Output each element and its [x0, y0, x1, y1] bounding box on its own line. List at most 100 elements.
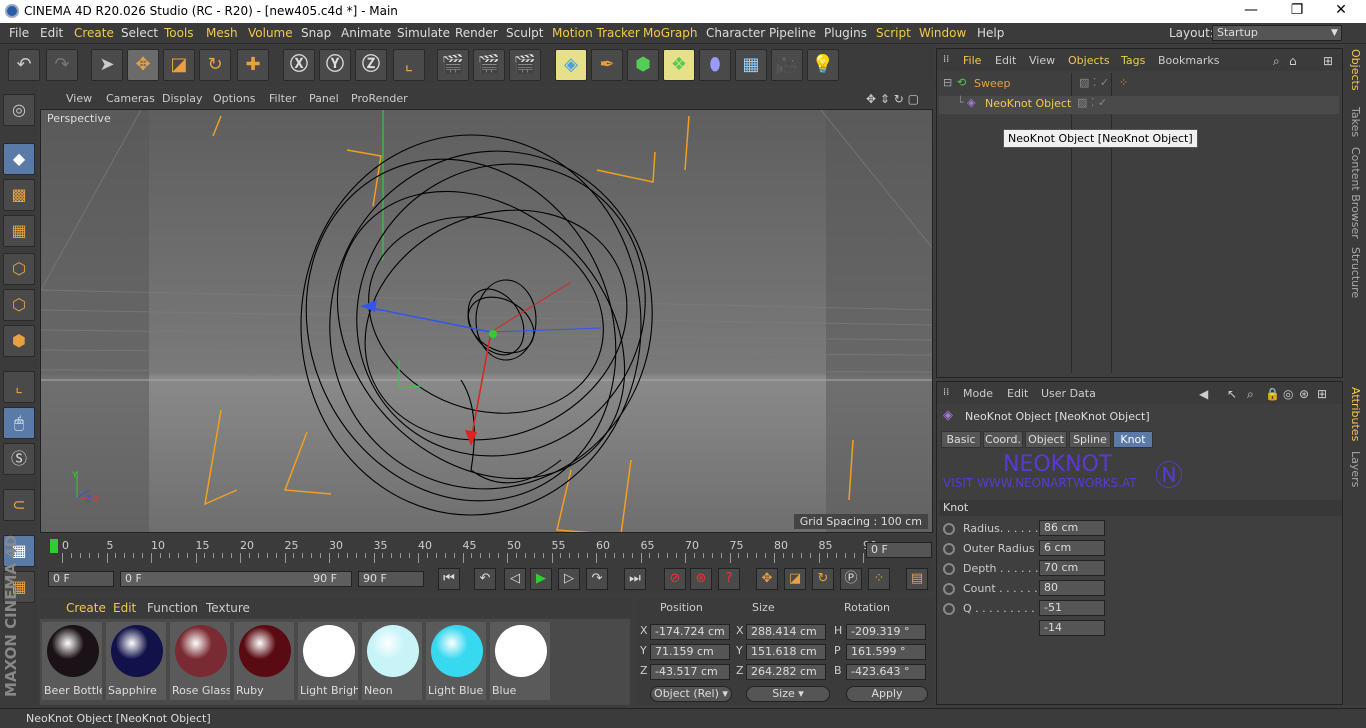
z-axis-lock-icon[interactable]: Ⓩ [355, 49, 387, 81]
position-field[interactable]: 71.159 cm [650, 644, 730, 660]
menu-tools[interactable]: Tools [164, 26, 194, 40]
polygons-mode-icon[interactable]: ⬢ [3, 325, 35, 357]
tab-object[interactable]: Object [1025, 431, 1067, 448]
mat-menu-function[interactable]: Function [147, 601, 198, 615]
pen-spline-icon[interactable]: ✒ [591, 49, 623, 81]
rotation-field[interactable]: -209.319 ° [846, 624, 926, 640]
attr-menu-mode[interactable]: Mode [963, 387, 993, 400]
animate-radio-icon[interactable] [943, 523, 955, 535]
size-field[interactable]: 288.414 cm [746, 624, 826, 640]
camera-icon[interactable]: 🎥 [771, 49, 803, 81]
side-tab-objects[interactable]: Objects [1349, 49, 1362, 91]
side-tab-structure[interactable]: Structure [1349, 247, 1362, 298]
live-selection-icon[interactable]: ➤ [91, 49, 123, 81]
menu-mesh[interactable]: Mesh [206, 26, 238, 40]
obj-menu-tags[interactable]: Tags [1121, 54, 1145, 67]
prev-key-icon[interactable]: ↶ [474, 568, 496, 590]
menu-render[interactable]: Render [455, 26, 498, 40]
object-row-sweep[interactable]: ⊟ ⟲ Sweep ▨ ⁚ ✓ ⁘ [939, 76, 1339, 94]
render-view-icon[interactable]: 🎬 [437, 49, 469, 81]
menu-plugins[interactable]: Plugins [824, 26, 867, 40]
coordinate-system-icon[interactable]: ⌞ [393, 49, 425, 81]
material-item[interactable]: Blue [490, 622, 550, 700]
size-field[interactable]: 264.282 cm [746, 664, 826, 680]
param-value-field[interactable]: 6 cm [1039, 540, 1105, 556]
model-mode-icon[interactable]: ◆ [3, 143, 35, 175]
new-view-icon[interactable]: ⊞ [1317, 387, 1327, 401]
menu-sculpt[interactable]: Sculpt [506, 26, 543, 40]
material-item[interactable]: Sapphire [106, 622, 166, 700]
menu-window[interactable]: Window [919, 26, 966, 40]
side-tab-takes[interactable]: Takes [1349, 107, 1362, 137]
key-rotation-icon[interactable]: ↻ [812, 568, 834, 590]
menu-help[interactable]: Help [977, 26, 1004, 40]
attr-menu-user-data[interactable]: User Data [1041, 387, 1096, 400]
mat-menu-texture[interactable]: Texture [206, 601, 250, 615]
viewport-nav-icons[interactable]: ✥ ⇕ ↻ ▢ [866, 92, 919, 106]
rotation-field[interactable]: 161.599 ° [846, 644, 926, 660]
menu-create[interactable]: Create [74, 26, 114, 40]
maximize-button[interactable]: ❐ [1274, 2, 1320, 18]
param-value-field[interactable]: -14 [1039, 620, 1105, 636]
vp-menu-filter[interactable]: Filter [269, 92, 296, 105]
tab-coord[interactable]: Coord. [983, 431, 1023, 448]
size-field[interactable]: 151.618 cm [746, 644, 826, 660]
goto-end-icon[interactable]: ⏭ [624, 568, 646, 590]
range-slider[interactable]: 0 F 90 F [120, 571, 352, 587]
next-key-icon[interactable]: ↷ [586, 568, 608, 590]
side-tab-layers[interactable]: Layers [1349, 451, 1362, 487]
menu-select[interactable]: Select [121, 26, 158, 40]
animate-radio-icon[interactable] [943, 563, 955, 575]
visibility-icon[interactable]: ▨ ⁚ ✓ [1077, 96, 1107, 109]
prev-frame-icon[interactable]: ◁ [504, 568, 526, 590]
target-icon[interactable]: ◎ [1283, 387, 1293, 401]
size-mode-select[interactable]: Size ▾ [746, 686, 830, 702]
texture-mode-icon[interactable]: ▩ [3, 179, 35, 211]
up-arrow-icon[interactable]: ↖ [1227, 387, 1237, 401]
light-icon[interactable]: 💡 [807, 49, 839, 81]
render-settings-icon[interactable]: 🎬 [509, 49, 541, 81]
key-position-icon[interactable]: ✥ [756, 568, 778, 590]
deformer-icon[interactable]: ⬮ [699, 49, 731, 81]
settings-icon[interactable]: ⊛ [1299, 387, 1309, 401]
vp-menu-panel[interactable]: Panel [309, 92, 339, 105]
viewport-3d[interactable]: Y X Z Perspective Grid Spacing : 100 cm [40, 109, 933, 533]
param-value-field[interactable]: -51 [1039, 600, 1105, 616]
edges-mode-icon[interactable]: ⬡ [3, 289, 35, 321]
key-parameter-icon[interactable]: Ⓟ [840, 568, 862, 590]
param-value-field[interactable]: 80 [1039, 580, 1105, 596]
y-axis-lock-icon[interactable]: Ⓨ [319, 49, 351, 81]
tab-knot[interactable]: Knot [1113, 431, 1153, 448]
position-field[interactable]: -174.724 cm [650, 624, 730, 640]
subdivision-icon[interactable]: ⬢ [627, 49, 659, 81]
search-icon[interactable]: ⌕ [1273, 54, 1280, 69]
goto-start-icon[interactable]: ⏮ [438, 568, 460, 590]
mat-menu-edit[interactable]: Edit [113, 601, 136, 615]
obj-menu-edit[interactable]: Edit [995, 54, 1016, 67]
menu-script[interactable]: Script [876, 26, 911, 40]
axis-mode-icon[interactable]: ⌞ [3, 371, 35, 403]
floor-icon[interactable]: ▦ [735, 49, 767, 81]
mograph-cloner-icon[interactable]: ❖ [663, 49, 695, 81]
make-editable-icon[interactable]: ◎ [3, 94, 35, 126]
move-tool-icon[interactable]: ✥ [127, 49, 159, 81]
rotation-field[interactable]: -423.643 ° [846, 664, 926, 680]
tweak-mode-icon[interactable]: 🖱 [3, 407, 35, 439]
snap-icon[interactable]: Ⓢ [3, 443, 35, 475]
new-view-icon[interactable]: ⊞ [1323, 54, 1333, 68]
layout-select[interactable]: Startup ▼ [1212, 25, 1342, 41]
play-icon[interactable]: ▶ [530, 568, 552, 590]
timeline-ruler[interactable]: 051015202530354045505560657075808590 0 F [40, 535, 933, 565]
coord-mode-select[interactable]: Object (Rel) ▾ [650, 686, 732, 702]
param-value-field[interactable]: 86 cm [1039, 520, 1105, 536]
back-arrow-icon[interactable]: ◀ [1199, 387, 1208, 401]
scale-tool-icon[interactable]: ◪ [163, 49, 195, 81]
animate-radio-icon[interactable] [943, 583, 955, 595]
menu-simulate[interactable]: Simulate [397, 26, 450, 40]
apply-button[interactable]: Apply [846, 686, 928, 702]
vp-menu-options[interactable]: Options [213, 92, 255, 105]
material-item[interactable]: Rose Glass [170, 622, 230, 700]
vp-menu-cameras[interactable]: Cameras [106, 92, 155, 105]
material-item[interactable]: Ruby [234, 622, 294, 700]
section-header[interactable]: Knot [939, 500, 1342, 516]
